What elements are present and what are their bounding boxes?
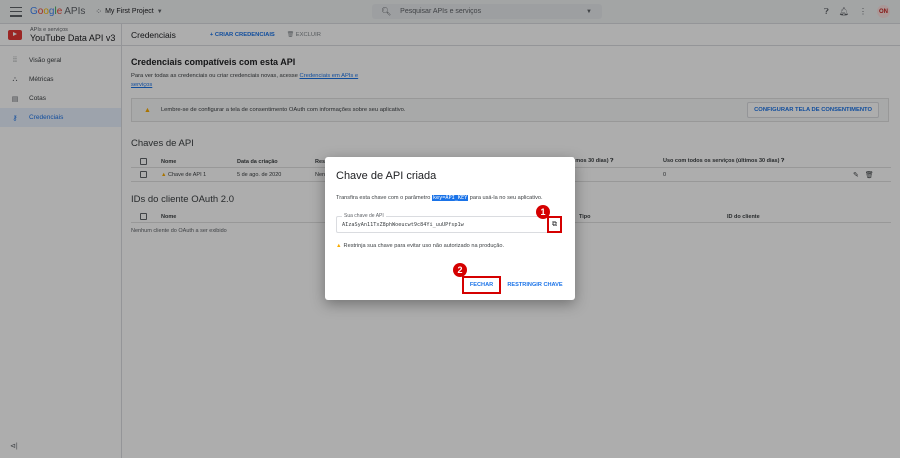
api-key-field[interactable]: Sua chave de API AIzaSyAn11TxZ8phWoeucwt… xyxy=(336,213,562,233)
api-key-label: Sua chave de API xyxy=(342,213,386,219)
warning-icon: ▲ xyxy=(336,243,342,249)
restrict-key-button[interactable]: RESTRINGIR CHAVE xyxy=(505,276,565,294)
step-marker-1: 1 xyxy=(536,205,550,219)
api-key-value[interactable]: AIzaSyAn11TxZ8phWoeucwt9c84Yi_uuUPfsp1w xyxy=(342,222,464,228)
dialog-warning: ▲ Restrinja sua chave para evitar uso não… xyxy=(336,243,505,249)
copy-icon[interactable]: ⧉ xyxy=(547,216,562,233)
dialog-title: Chave de API criada xyxy=(336,170,437,182)
api-key-created-dialog: Chave de API criada Transfira esta chave… xyxy=(325,157,575,300)
dialog-description: Transfira esta chave com o parâmetro key… xyxy=(336,195,543,201)
close-button[interactable]: FECHAR xyxy=(462,276,501,294)
step-marker-2: 2 xyxy=(453,263,467,277)
param-highlight: key=API_KEY xyxy=(431,195,469,201)
